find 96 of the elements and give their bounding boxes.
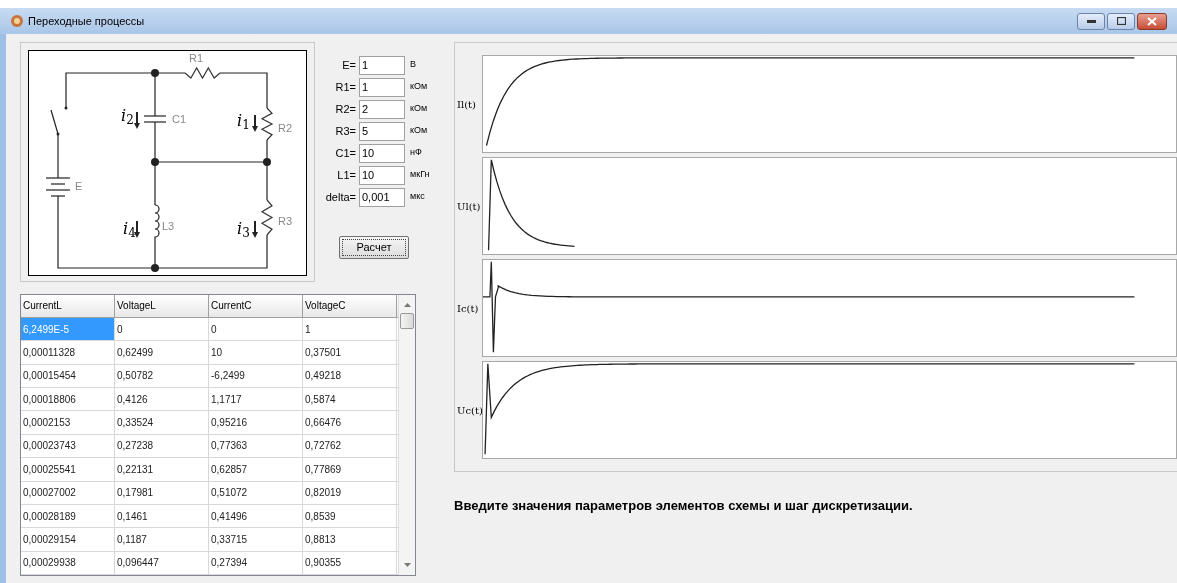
table-cell[interactable]: 10: [209, 341, 303, 364]
current-label: i$_{4}$: [123, 221, 136, 237]
current-label: i$_{1}$: [237, 113, 250, 129]
unit-label: кОм: [409, 102, 428, 116]
table-cell[interactable]: 0,00029938: [21, 551, 115, 574]
app-icon: [10, 14, 24, 28]
table-cell[interactable]: 0,8539: [303, 504, 397, 528]
table-cell[interactable]: -6,2499: [209, 364, 303, 387]
table-cell[interactable]: 0,1187: [115, 528, 209, 551]
table-cell[interactable]: 0,33715: [209, 528, 303, 551]
table-cell[interactable]: 0,00011328: [21, 341, 115, 364]
current-label: i$_{2}$: [121, 108, 134, 124]
table-cell[interactable]: 0,50782: [115, 364, 209, 387]
parameter-field[interactable]: 5: [359, 121, 405, 141]
parameter-field[interactable]: 10: [359, 165, 405, 185]
table-cell[interactable]: 0,096447: [115, 551, 209, 574]
column-header[interactable]: CurrentC: [209, 295, 303, 317]
chart-label: Il(t): [457, 97, 477, 112]
unit-label: нФ: [409, 146, 422, 160]
unit-label: кОм: [409, 80, 428, 94]
table-cell[interactable]: 0,00025541: [21, 458, 115, 481]
restore-icon: [1116, 17, 1126, 25]
chart-label: Uc(t): [457, 403, 482, 418]
parameter-label: R3=: [334, 123, 357, 139]
table-cell[interactable]: 0,62857: [209, 458, 303, 481]
parameter-label: L1=: [336, 167, 357, 183]
table-cell[interactable]: 0,66476: [303, 411, 397, 434]
parameter-label: E=: [341, 57, 357, 73]
element-label: R1: [189, 53, 204, 64]
table-cell[interactable]: 0,00015454: [21, 364, 115, 387]
table-cell[interactable]: 0,37501: [303, 341, 397, 364]
table-cell[interactable]: 0,0002153: [21, 411, 115, 434]
table-cell[interactable]: 0,77869: [303, 458, 397, 481]
table-cell[interactable]: 0,49218: [303, 364, 397, 387]
table-cell[interactable]: 0,90355: [303, 551, 397, 574]
table-cell[interactable]: 0,95216: [209, 411, 303, 434]
table-cell[interactable]: 0,22131: [115, 458, 209, 481]
parameter-field[interactable]: 0,001: [359, 187, 405, 207]
table-cell[interactable]: 0,4126: [115, 388, 209, 411]
parameter-label: R1=: [334, 79, 357, 95]
current-label: i$_{3}$: [237, 221, 250, 237]
table-cell[interactable]: 0,00023743: [21, 434, 115, 458]
column-header[interactable]: VoltageL: [115, 295, 209, 317]
parameter-label: R2=: [334, 101, 357, 117]
table-cell[interactable]: 0,27394: [209, 551, 303, 574]
parameter-field[interactable]: 10: [359, 143, 405, 163]
table-cell[interactable]: 0,00029154: [21, 528, 115, 551]
parameter-field[interactable]: 2: [359, 99, 405, 119]
status-message: Введите значения параметров элементов схемы и шаг дискретизации.: [454, 497, 914, 515]
table-cell[interactable]: 1,1717: [209, 388, 303, 411]
table-cell[interactable]: 0,1461: [115, 504, 209, 528]
chart-label: Ic(t): [457, 301, 480, 316]
table-cell[interactable]: 0: [115, 317, 209, 341]
chart-label: Ul(t): [457, 199, 482, 214]
parameter-field[interactable]: 1: [359, 55, 405, 75]
table-cell[interactable]: 0,27238: [115, 434, 209, 458]
column-header[interactable]: VoltageC: [303, 295, 397, 317]
minimize-button[interactable]: [1077, 12, 1105, 30]
close-button[interactable]: [1137, 12, 1167, 30]
unit-label: кОм: [409, 124, 428, 138]
column-header[interactable]: CurrentL: [21, 295, 115, 317]
minimize-icon: [1086, 19, 1096, 23]
unit-label: В: [409, 58, 416, 72]
element-label: L3: [162, 221, 175, 232]
scrollbar[interactable]: [398, 295, 415, 575]
table-cell[interactable]: 0,41496: [209, 504, 303, 528]
unit-label: мкс: [409, 190, 425, 204]
window-title: Переходные процессы: [28, 13, 145, 29]
unit-label: мкГн: [409, 168, 430, 182]
table-cell[interactable]: 0,00018806: [21, 388, 115, 411]
element-label: R3: [278, 216, 293, 227]
table-cell[interactable]: 1: [303, 317, 397, 341]
table-cell[interactable]: 0,51072: [209, 481, 303, 504]
table-cell[interactable]: 0,82019: [303, 481, 397, 504]
table-cell[interactable]: 0,8813: [303, 528, 397, 551]
parameter-label: delta=: [324, 189, 357, 205]
table-cell[interactable]: 0,00028189: [21, 504, 115, 528]
table-cell[interactable]: 0,77363: [209, 434, 303, 458]
parameter-label: C1=: [334, 145, 357, 161]
element-label: C1: [172, 114, 187, 125]
close-icon: [1147, 16, 1157, 26]
scroll-down-icon[interactable]: [403, 563, 411, 567]
calculate-button[interactable]: Расчет: [339, 236, 409, 259]
scroll-up-icon[interactable]: [403, 303, 411, 307]
table-cell[interactable]: 0,17981: [115, 481, 209, 504]
table-cell[interactable]: 0,72762: [303, 434, 397, 458]
table-cell[interactable]: 0,62499: [115, 341, 209, 364]
maximize-button[interactable]: [1107, 12, 1135, 30]
scroll-thumb[interactable]: [400, 313, 414, 329]
table-cell[interactable]: 0,5874: [303, 388, 397, 411]
table-cell[interactable]: 0: [209, 317, 303, 341]
parameter-field[interactable]: 1: [359, 77, 405, 97]
element-label: R2: [278, 123, 293, 134]
table-cell[interactable]: 0,33524: [115, 411, 209, 434]
table-cell[interactable]: 0,00027002: [21, 481, 115, 504]
element-label: E: [75, 181, 83, 192]
